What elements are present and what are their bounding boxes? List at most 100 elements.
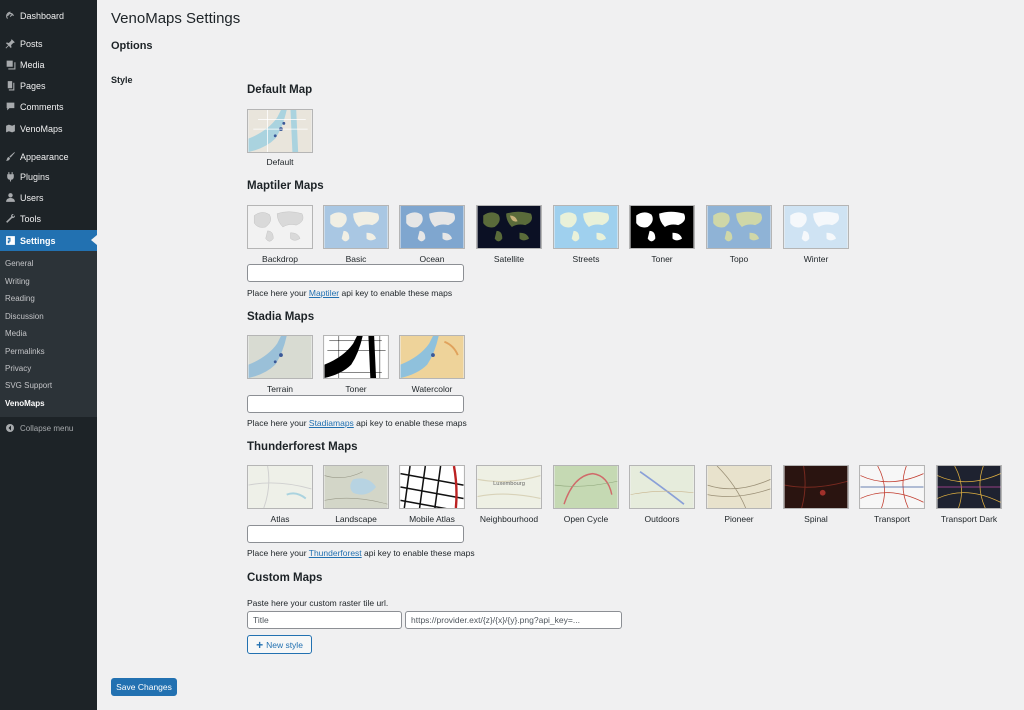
- map-tile-transport-dark[interactable]: [936, 465, 1002, 509]
- map-icon: [0, 118, 20, 139]
- menu-item-media[interactable]: Media: [0, 54, 97, 75]
- map-tile-transport[interactable]: [859, 465, 925, 509]
- submenu-item-media[interactable]: Media: [5, 329, 27, 338]
- map-tile-neighbourhood[interactable]: Luxembourg: [476, 465, 542, 509]
- tile-label: Toner: [345, 384, 367, 394]
- admin-sidebar: Dashboard Posts Media Pages Comments Ven…: [0, 0, 97, 710]
- tile-label: Basic: [345, 254, 367, 264]
- menu-label: Posts: [20, 38, 43, 49]
- map-tile-topo[interactable]: [706, 205, 772, 249]
- tile-label: Toner: [651, 254, 673, 264]
- tile-label: Satellite: [493, 254, 525, 264]
- tile-label: Streets: [572, 254, 600, 264]
- map-tile-spinal[interactable]: [783, 465, 849, 509]
- section-title-custom: Custom Maps: [247, 572, 323, 584]
- tile-label: Pioneer: [724, 514, 754, 524]
- maptiler-link[interactable]: Maptiler: [309, 288, 339, 298]
- map-tile-atlas[interactable]: [247, 465, 313, 509]
- svg-text:Luxembourg: Luxembourg: [493, 481, 525, 487]
- section-title-stadia: Stadia Maps: [247, 311, 315, 323]
- stadiamaps-help-text: Place here your Stadiamaps api key to en…: [247, 418, 467, 428]
- map-thumbnail: [248, 110, 312, 152]
- map-tile-backdrop[interactable]: [247, 205, 313, 249]
- menu-label: Appearance: [20, 151, 69, 162]
- tile-label: Winter: [803, 254, 829, 264]
- map-tile-toner[interactable]: [629, 205, 695, 249]
- submenu-item-svg-support[interactable]: SVG Support: [5, 381, 52, 390]
- menu-label: Tools: [20, 213, 42, 224]
- menu-label: Comments: [20, 101, 64, 112]
- tile-label: Neighbourhood: [479, 514, 539, 524]
- comment-icon: [0, 96, 20, 117]
- thunderforest-api-key-input[interactable]: [247, 525, 464, 543]
- settings-icon: [0, 230, 20, 251]
- submenu-item-permalinks[interactable]: Permalinks: [5, 347, 45, 356]
- plus-icon: +: [256, 637, 264, 652]
- menu-item-tools[interactable]: Tools: [0, 208, 97, 229]
- maptiler-api-key-input[interactable]: [247, 264, 464, 282]
- map-tile-landscape[interactable]: [323, 465, 389, 509]
- map-tile-outdoors[interactable]: [629, 465, 695, 509]
- map-tile-winter[interactable]: [783, 205, 849, 249]
- menu-item-pages[interactable]: Pages: [0, 75, 97, 96]
- plugin-icon: [0, 166, 20, 187]
- menu-label: Dashboard: [20, 10, 65, 21]
- user-icon: [0, 187, 20, 208]
- map-tile-stadia-toner[interactable]: [323, 335, 389, 379]
- custom-help-text: Paste here your custom raster tile url.: [247, 598, 389, 608]
- tile-label: Terrain: [267, 384, 293, 394]
- new-style-button[interactable]: + New style: [247, 635, 312, 654]
- map-tile-pioneer[interactable]: [706, 465, 772, 509]
- menu-item-appearance[interactable]: Appearance: [0, 146, 97, 167]
- dashboard-icon: [0, 5, 20, 26]
- tile-label: Ocean: [419, 254, 445, 264]
- menu-item-venomaps[interactable]: VenoMaps: [0, 118, 97, 139]
- thunderforest-help-text: Place here your Thunderforest api key to…: [247, 548, 475, 558]
- tile-label: Landscape: [335, 514, 377, 524]
- stadiamaps-api-key-input[interactable]: [247, 395, 464, 413]
- menu-label: VenoMaps: [20, 123, 63, 134]
- map-tile-satellite[interactable]: [476, 205, 542, 249]
- new-style-label: New style: [266, 639, 303, 650]
- tile-label: Atlas: [270, 514, 290, 524]
- section-title-maptiler: Maptiler Maps: [247, 180, 324, 192]
- tile-label: Topo: [729, 254, 749, 264]
- tile-label: Spinal: [804, 514, 828, 524]
- submenu-item-general[interactable]: General: [5, 259, 33, 268]
- custom-title-input[interactable]: [247, 611, 402, 629]
- save-changes-button[interactable]: Save Changes: [111, 678, 177, 696]
- menu-item-comments[interactable]: Comments: [0, 96, 97, 117]
- submenu-item-reading[interactable]: Reading: [5, 294, 35, 303]
- maptiler-help-text: Place here your Maptiler api key to enab…: [247, 288, 453, 298]
- map-tile-streets[interactable]: [553, 205, 619, 249]
- tile-label: Backdrop: [262, 254, 298, 264]
- menu-item-users[interactable]: Users: [0, 187, 97, 208]
- submenu-item-discussion[interactable]: Discussion: [5, 312, 44, 321]
- tile-label: Open Cycle: [563, 514, 609, 524]
- menu-item-settings[interactable]: Settings: [0, 230, 97, 251]
- thunderforest-link[interactable]: Thunderforest: [309, 548, 362, 558]
- map-tile-terrain[interactable]: [247, 335, 313, 379]
- menu-item-plugins[interactable]: Plugins: [0, 166, 97, 187]
- submenu-item-writing[interactable]: Writing: [5, 277, 30, 286]
- menu-label: Pages: [20, 80, 46, 91]
- map-tile-mobile-atlas[interactable]: [399, 465, 465, 509]
- map-tile-ocean[interactable]: [399, 205, 465, 249]
- submenu-item-venomaps[interactable]: VenoMaps: [5, 399, 45, 408]
- menu-item-dashboard[interactable]: Dashboard: [0, 5, 97, 26]
- map-tile-default[interactable]: [247, 109, 313, 153]
- custom-url-input[interactable]: [405, 611, 622, 629]
- options-heading: Options: [111, 40, 153, 52]
- menu-label: Media: [20, 59, 45, 70]
- menu-item-posts[interactable]: Posts: [0, 33, 97, 54]
- media-icon: [0, 54, 20, 75]
- stadiamaps-link[interactable]: Stadiamaps: [309, 418, 354, 428]
- map-tile-watercolor[interactable]: [399, 335, 465, 379]
- map-tile-basic[interactable]: [323, 205, 389, 249]
- tile-label: Outdoors: [644, 514, 680, 524]
- submenu-item-privacy[interactable]: Privacy: [5, 364, 31, 373]
- collapse-menu-button[interactable]: Collapse menu: [0, 420, 97, 436]
- map-tile-open-cycle[interactable]: [553, 465, 619, 509]
- pin-icon: [0, 33, 20, 54]
- wrench-icon: [0, 208, 20, 229]
